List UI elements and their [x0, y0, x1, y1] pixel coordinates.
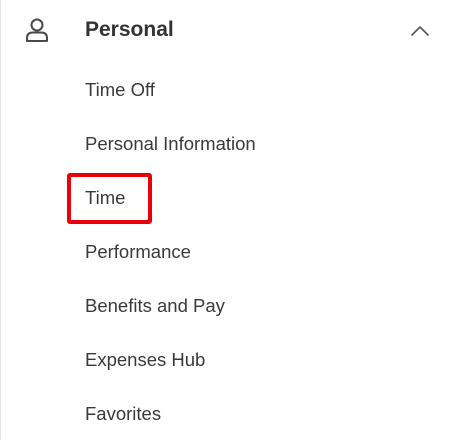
personal-nav-panel: Personal Time Off Personal Information T… [0, 0, 460, 440]
chevron-up-icon[interactable] [409, 20, 431, 42]
menu-item-expenses-hub[interactable]: Expenses Hub [85, 348, 205, 372]
menu-item-performance[interactable]: Performance [85, 240, 191, 264]
person-icon [24, 17, 50, 43]
menu-item-favorites[interactable]: Favorites [85, 402, 161, 426]
menu-item-benefits-and-pay[interactable]: Benefits and Pay [85, 294, 225, 318]
personal-section-header[interactable]: Personal [1, 0, 460, 62]
section-title: Personal [85, 18, 174, 41]
menu-item-personal-information[interactable]: Personal Information [85, 132, 256, 156]
menu-item-time[interactable]: Time [85, 186, 125, 210]
menu-item-time-off[interactable]: Time Off [85, 78, 155, 102]
